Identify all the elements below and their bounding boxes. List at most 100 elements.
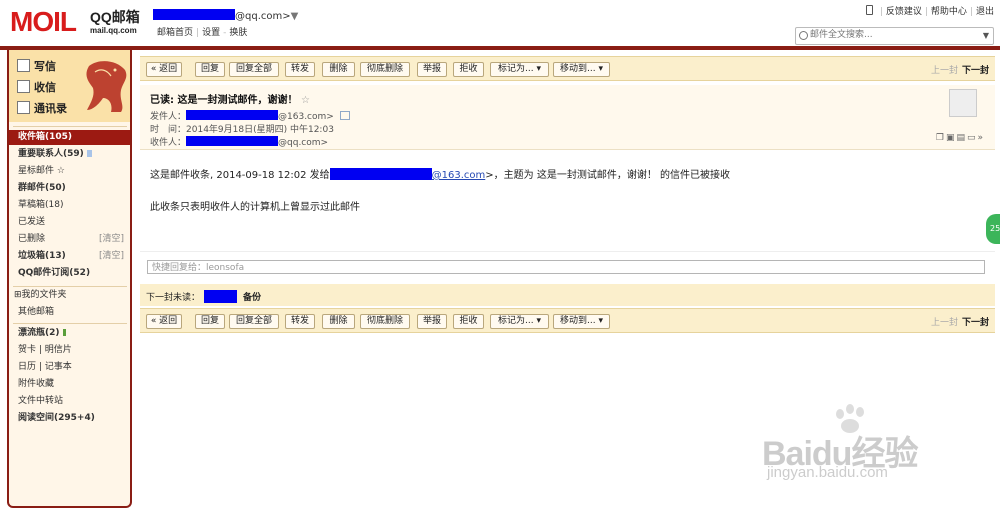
app-calendar[interactable]: 日历 | 记事本 xyxy=(9,360,130,375)
forward-button-bottom[interactable]: 转发 xyxy=(285,314,315,329)
star-icon[interactable]: ☆ xyxy=(301,95,310,106)
receive-button[interactable]: 收信 xyxy=(17,79,56,95)
expand-icon[interactable]: » xyxy=(977,133,985,143)
account-links: 邮箱首页 | 设置 - 换肤 xyxy=(157,28,248,38)
side-widget-button[interactable]: 25 xyxy=(986,214,1000,244)
prev-message-link[interactable]: 上一封 xyxy=(931,66,958,76)
folder-spam[interactable]: 垃圾箱(13) [清空] xyxy=(9,249,130,264)
search-box[interactable]: ▼ xyxy=(795,27,994,45)
compose-button[interactable]: 写信 xyxy=(17,58,56,74)
search-input[interactable] xyxy=(796,28,980,42)
next-message-link[interactable]: 下一封 xyxy=(962,66,989,76)
logo-brand-name: QQ邮箱 xyxy=(90,9,140,25)
view-options: ❐▣▤▭» xyxy=(936,133,985,143)
sender-email-link[interactable]: @163.com xyxy=(432,170,486,181)
folder-drafts[interactable]: 草稿箱(18) xyxy=(9,198,130,213)
my-folders[interactable]: ⊞我的文件夹 xyxy=(9,288,130,303)
mark-as-dropdown-bottom[interactable]: 标记为... ▾ xyxy=(490,314,549,329)
redacted-sender xyxy=(186,110,279,120)
folder-inbox[interactable]: 收件箱(105) xyxy=(9,130,130,145)
folder-sent[interactable]: 已发送 xyxy=(9,215,130,230)
next-unread[interactable]: 下一封未读： 备份 xyxy=(146,290,261,303)
print-icon[interactable]: ▭ xyxy=(967,133,978,143)
qq-mail-logo[interactable]: MOIL QQ邮箱 mail.qq.com xyxy=(10,8,160,38)
folder-subscriptions[interactable]: QQ邮件订阅(52) xyxy=(9,266,130,281)
message-time: 时 间：2014年9月18日(星期四) 中午12:03 xyxy=(150,125,334,135)
message-toolbar-bottom: « 返回 回复 回复全部 转发 删除 彻底删除 举报 拒收 标记为... ▾ 移… xyxy=(140,308,995,333)
message-toolbar-top: « 返回 回复 回复全部 转发 删除 彻底删除 举报 拒收 标记为... ▾ 移… xyxy=(140,56,995,81)
app-cards[interactable]: 贺卡 | 明信片 xyxy=(9,343,130,358)
reject-button[interactable]: 拒收 xyxy=(453,62,484,77)
app-attachments[interactable]: 附件收藏 xyxy=(9,377,130,392)
folder-vip-contacts[interactable]: 重要联系人(59) xyxy=(9,147,130,162)
message-body-line-2: 此收条只表明收件人的计算机上曾显示过此邮件 xyxy=(150,202,360,213)
account-email[interactable]: @qq.com>▼ xyxy=(153,9,298,22)
account-dropdown-icon[interactable]: ▼ xyxy=(291,11,299,22)
link-settings[interactable]: 设置 xyxy=(202,28,220,38)
top-links: | 反馈建议 | 帮助中心 | 退出 xyxy=(865,4,994,17)
link-skin[interactable]: 换肤 xyxy=(229,28,247,38)
next-message-link-bottom[interactable]: 下一封 xyxy=(962,318,989,328)
sidebar: 写信 收信 通讯录 收件箱(105) 重要联系人(59) 星标邮件 ☆ 群邮件(… xyxy=(7,50,132,508)
app-file-transfer[interactable]: 文件中转站 xyxy=(9,394,130,409)
back-button-bottom[interactable]: « 返回 xyxy=(146,314,182,329)
contacts-button[interactable]: 通讯录 xyxy=(17,100,67,116)
inbox-icon xyxy=(17,80,30,93)
compose-icon xyxy=(17,59,30,72)
empty-spam-link[interactable]: [清空] xyxy=(99,249,124,264)
logo-mark: MOIL xyxy=(10,6,77,37)
sender-avatar[interactable] xyxy=(949,89,977,117)
reply-all-button[interactable]: 回复全部 xyxy=(229,62,279,77)
attachment-icon[interactable]: ▤ xyxy=(956,133,967,143)
reply-button-bottom[interactable]: 回复 xyxy=(195,314,225,329)
move-to-dropdown[interactable]: 移动到... ▾ xyxy=(553,62,610,77)
quick-reply-input[interactable]: 快捷回复给：leonsofa xyxy=(147,260,985,274)
report-button-bottom[interactable]: 举报 xyxy=(417,314,447,329)
folder-group-mail[interactable]: 群邮件(50) xyxy=(9,181,130,196)
phone-icon[interactable] xyxy=(865,5,873,15)
contacts-icon xyxy=(17,101,30,114)
app-drift-bottle[interactable]: 漂流瓶(2) xyxy=(9,326,130,341)
bottle-icon xyxy=(62,329,66,336)
link-mail-home[interactable]: 邮箱首页 xyxy=(157,28,193,38)
prev-message-link-bottom[interactable]: 上一封 xyxy=(931,318,958,328)
search-dropdown-icon[interactable]: ▼ xyxy=(983,31,989,40)
mark-as-dropdown[interactable]: 标记为... ▾ xyxy=(490,62,549,77)
other-mailboxes[interactable]: 其他邮箱 xyxy=(9,305,130,320)
pager-top: 上一封 下一封 xyxy=(931,63,989,76)
redacted-next-sender xyxy=(204,290,238,303)
reject-button-bottom[interactable]: 拒收 xyxy=(453,314,484,329)
move-to-dropdown-bottom[interactable]: 移动到... ▾ xyxy=(553,314,610,329)
delete-permanently-button[interactable]: 彻底删除 xyxy=(360,62,410,77)
message-body-line-1: 这是邮件收条, 2014-09-18 12:02 发给 @163.com>，主题为… xyxy=(150,168,731,181)
delete-permanently-button-bottom[interactable]: 彻底删除 xyxy=(360,314,410,329)
forward-button[interactable]: 转发 xyxy=(285,62,315,77)
link-feedback[interactable]: 反馈建议 xyxy=(886,7,922,17)
link-logout[interactable]: 退出 xyxy=(976,7,994,17)
folder-starred[interactable]: 星标邮件 ☆ xyxy=(9,164,130,179)
folder-deleted[interactable]: 已删除 [清空] xyxy=(9,232,130,247)
message-header: 已读: 这是一封测试邮件，谢谢！ ☆ 发件人： @163.com> 时 间：201… xyxy=(140,85,995,150)
report-button[interactable]: 举报 xyxy=(417,62,447,77)
header-band xyxy=(0,46,1000,50)
baidu-watermark: Baidu经验 jingyan.baidu.com xyxy=(762,404,992,504)
message-to: 收件人： @qq.com> xyxy=(150,136,329,148)
reply-all-button-bottom[interactable]: 回复全部 xyxy=(229,314,279,329)
new-window-icon[interactable]: ❐ xyxy=(936,133,946,143)
pager-bottom: 上一封 下一封 xyxy=(931,315,989,328)
message-from: 发件人： @163.com> xyxy=(150,109,350,122)
redacted-recipient xyxy=(186,136,279,146)
empty-deleted-link[interactable]: [清空] xyxy=(99,232,124,247)
popout-icon[interactable]: ▣ xyxy=(946,133,957,143)
app-reading-space[interactable]: 阅读空间(295+4) xyxy=(9,411,130,426)
bookmark-icon xyxy=(86,150,92,157)
back-button[interactable]: « 返回 xyxy=(146,62,182,77)
reply-button[interactable]: 回复 xyxy=(195,62,225,77)
link-help[interactable]: 帮助中心 xyxy=(931,7,967,17)
delete-button-bottom[interactable]: 删除 xyxy=(322,314,355,329)
contact-card-icon[interactable] xyxy=(339,111,350,120)
logo-domain: mail.qq.com xyxy=(90,26,137,35)
redacted-address xyxy=(329,168,432,180)
horse-decoration-icon xyxy=(86,61,127,112)
delete-button[interactable]: 删除 xyxy=(322,62,355,77)
